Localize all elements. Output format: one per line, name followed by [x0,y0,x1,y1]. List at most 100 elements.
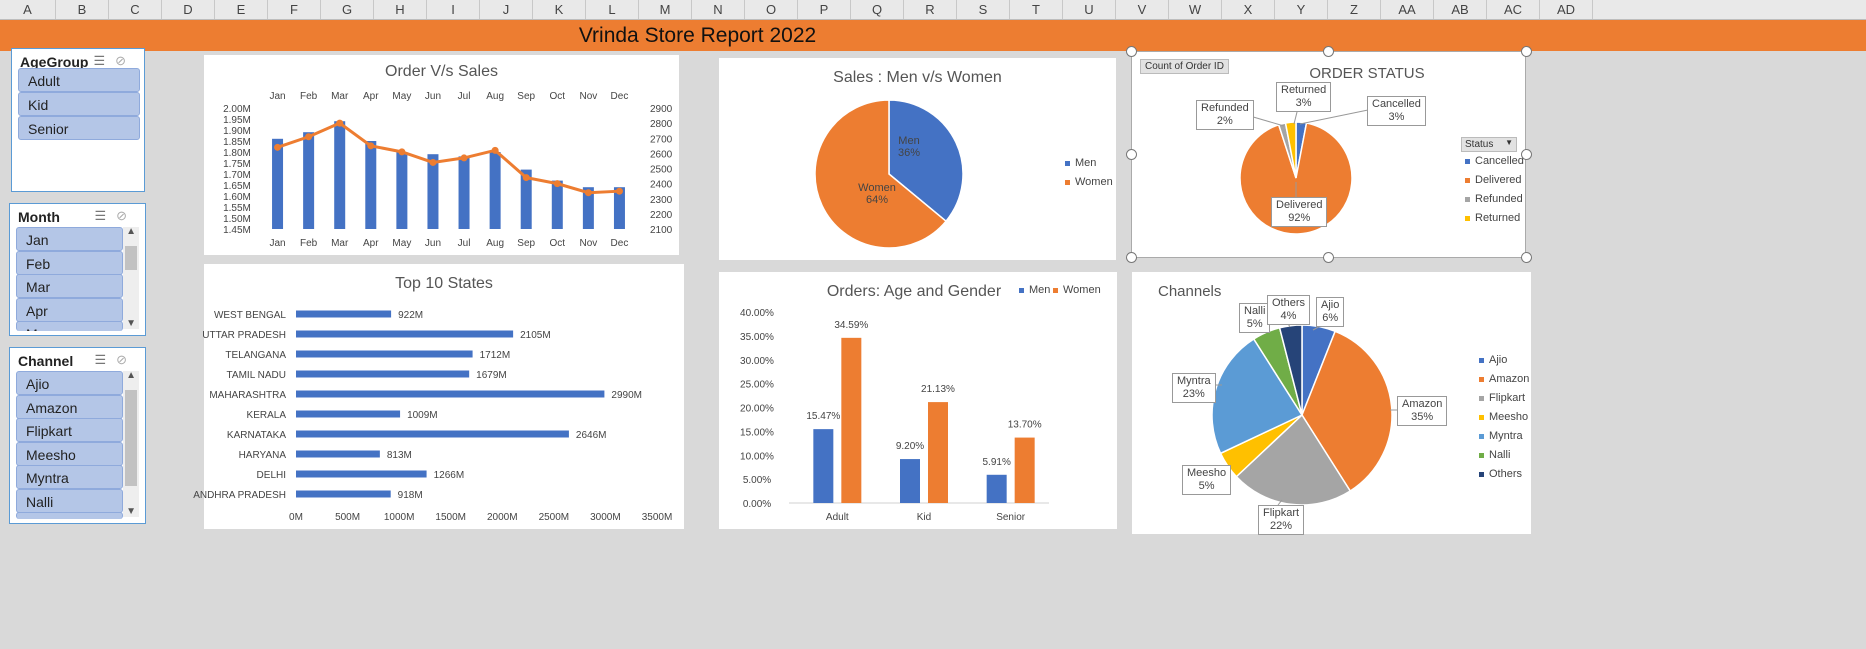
slice-label: 36% [898,147,920,159]
column-header[interactable]: G [321,0,374,19]
resize-handle[interactable] [1126,46,1137,57]
sales-bar [489,152,501,229]
data-callout: Refunded 2% [1196,100,1254,130]
scrollbar-thumb[interactable] [125,246,137,270]
column-header[interactable]: AA [1381,0,1434,19]
top-axis-tick: Aug [486,91,504,102]
column-header[interactable]: X [1222,0,1275,19]
column-header[interactable]: L [586,0,639,19]
slicer-item[interactable]: Flipkart [16,418,123,442]
scroll-up-icon[interactable]: ▲ [126,226,136,237]
column-header[interactable]: J [480,0,533,19]
multi-select-icon[interactable]: ☰ [93,53,115,68]
clear-filter-icon[interactable]: ⊘ [116,208,137,223]
channels-chart[interactable]: Channels Ajio 6% Amazon 35% Flipkart 22% Meesh… [1132,272,1531,535]
filter-button-label: Status [1465,139,1494,150]
resize-handle[interactable] [1521,46,1532,57]
resize-handle[interactable] [1521,149,1532,160]
legend-label: Women [1063,284,1101,296]
resize-handle[interactable] [1126,149,1137,160]
column-header[interactable]: N [692,0,745,19]
clear-filter-icon[interactable]: ⊘ [115,53,136,68]
top-states-chart[interactable]: Top 10 States WEST BENGAL 922M UTTAR PRADE… [193,264,684,529]
age-gender-bar [986,474,1007,503]
slicer-item[interactable]: M [16,321,123,331]
column-header[interactable]: D [162,0,215,19]
column-header[interactable]: AD [1540,0,1593,19]
slicer-item[interactable]: Apr [16,297,123,322]
legend-swatch [1019,287,1024,293]
y-axis-tick: 25.00% [740,380,774,391]
slicer-item[interactable]: Ajio [16,371,123,395]
slicer-item[interactable]: Nalli [16,488,123,513]
age-gender-bar [841,337,862,503]
legend-swatch [1465,196,1470,202]
y-axis-tick: 20.00% [740,404,774,415]
callout-label: Returned [1281,84,1327,96]
month-slicer[interactable]: Month ☰⊘ JanFebMarAprM ▲ ▼ [9,203,146,336]
status-filter-button[interactable]: Status ▼ [1461,137,1517,152]
orders-marker [460,154,468,162]
column-header[interactable]: V [1116,0,1169,19]
column-header[interactable]: W [1169,0,1222,19]
multi-select-icon[interactable]: ☰ [94,208,116,223]
column-header[interactable]: E [215,0,268,19]
legend-label: Flipkart [1489,392,1526,404]
category-label: KERALA [247,410,287,421]
slicer-item[interactable]: Feb [16,250,123,275]
column-header[interactable]: K [533,0,586,19]
channel-slicer[interactable]: Channel ☰⊘ Ajio Amazon Flipkart Meesho Myntr… [9,347,146,524]
column-header[interactable]: P [798,0,851,19]
scroll-down-icon[interactable]: ▼ [126,318,136,329]
state-bar [296,430,569,438]
column-header[interactable]: A [0,0,56,19]
column-header[interactable]: B [56,0,109,19]
resize-handle[interactable] [1323,252,1334,263]
column-header[interactable]: T [1010,0,1063,19]
column-header[interactable]: C [109,0,162,19]
column-header[interactable]: U [1063,0,1116,19]
legend-item: Cancelled [1465,155,1524,167]
slicer-item[interactable]: Myntra [16,465,123,489]
order-sales-chart[interactable]: Order V/s Sales 1.45M 1.50M 1.55M 1.60M 1.65… [204,55,679,255]
slicer-item[interactable]: Meesho [16,441,123,466]
column-header[interactable]: R [904,0,957,19]
left-axis-tick: 1.90M [223,126,251,137]
slicer-item-adult[interactable]: Adult [18,68,140,92]
age-gender-chart[interactable]: Orders: Age and Gender 0.00% 5.00% 10.00% 1… [719,272,1117,529]
column-header[interactable]: I [427,0,480,19]
slicer-item[interactable]: Senior [18,116,140,140]
column-header[interactable]: Y [1275,0,1328,19]
multi-select-icon[interactable]: ☰ [94,352,116,367]
column-header[interactable]: F [268,0,321,19]
slicer-item[interactable]: Kid [18,92,140,116]
resize-handle[interactable] [1521,252,1532,263]
column-header[interactable]: M [639,0,692,19]
column-header[interactable]: Q [851,0,904,19]
column-header[interactable]: S [957,0,1010,19]
scroll-up-icon[interactable]: ▲ [126,370,136,381]
slicer-item[interactable]: Amazon [16,394,123,419]
scrollbar-track[interactable] [123,227,139,329]
category-label: UTTAR PRADESH [202,330,286,341]
field-button-count[interactable]: Count of Order ID [1140,59,1229,74]
column-header[interactable]: AB [1434,0,1487,19]
order-status-chart[interactable]: ORDER STATUS Count of Order ID Status ▼ … [1131,51,1526,258]
scrollbar-thumb[interactable] [125,390,137,486]
agegroup-slicer[interactable]: AgeGroup ☰⊘ Adult Kid Senior [11,48,145,192]
resize-handle[interactable] [1323,46,1334,57]
slicer-item[interactable]: Jan [16,227,123,251]
column-header[interactable]: H [374,0,427,19]
x-axis-tick: 3500M [642,512,673,523]
clear-filter-icon[interactable]: ⊘ [116,352,137,367]
resize-handle[interactable] [1126,252,1137,263]
column-header[interactable]: Z [1328,0,1381,19]
slicer-item[interactable]: L [16,512,123,519]
legend-swatch [1065,179,1070,185]
column-header[interactable]: AC [1487,0,1540,19]
callout-label: Refunded [1201,102,1249,114]
column-header[interactable]: O [745,0,798,19]
slicer-item[interactable]: Mar [16,274,123,298]
gender-sales-chart[interactable]: Sales : Men v/s Women Men 36% Women 64% Men… [719,58,1116,260]
scroll-down-icon[interactable]: ▼ [126,506,136,517]
